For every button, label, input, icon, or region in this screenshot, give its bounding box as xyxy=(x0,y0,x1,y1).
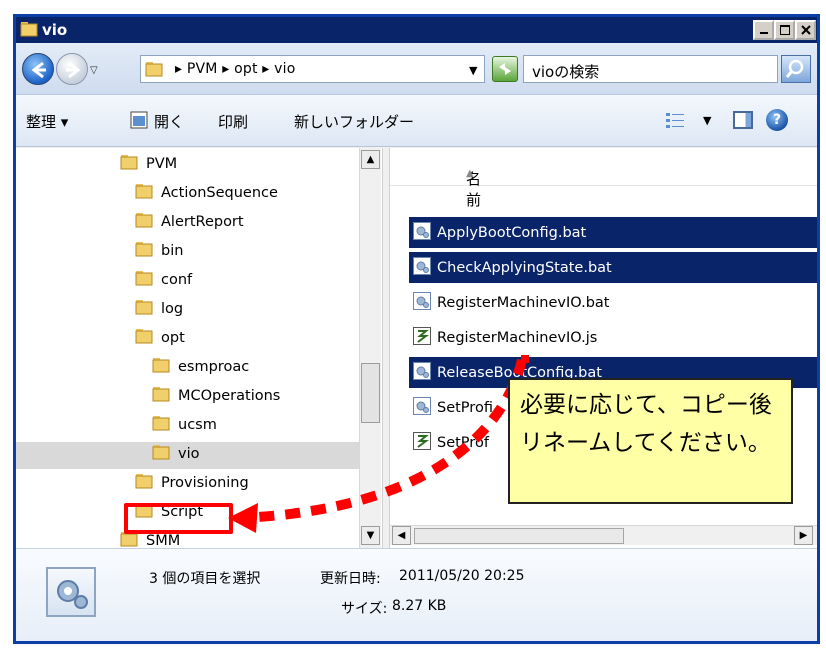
annotation-arrow xyxy=(228,355,529,533)
callout-text: 必要に応じて、コピー後リネームしてください。 xyxy=(520,392,772,456)
callout-note: 必要に応じて、コピー後リネームしてください。 xyxy=(508,378,793,504)
